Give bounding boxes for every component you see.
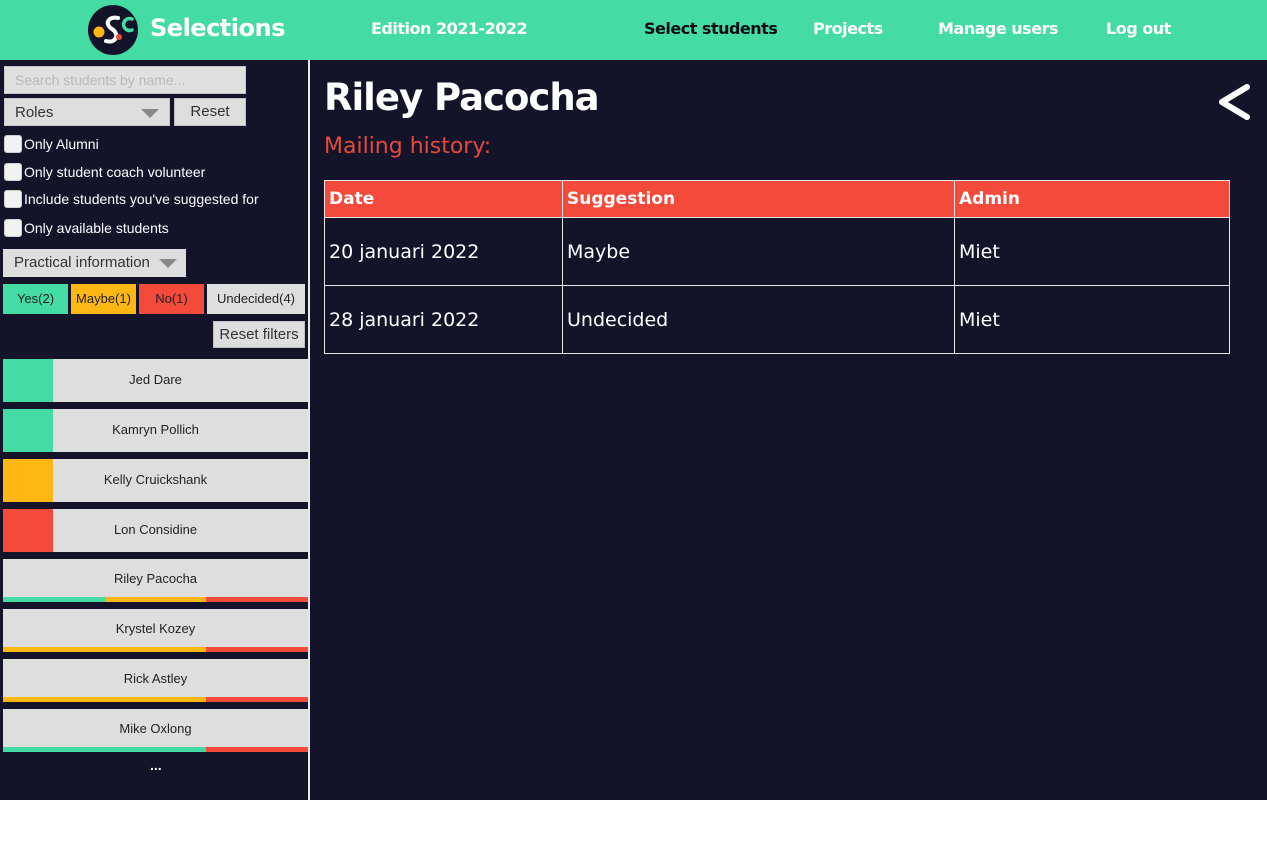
cell-date: 20 januari 2022 [324,217,563,286]
student-card[interactable]: Lon Considine [3,509,308,552]
nav-log-out[interactable]: Log out [1106,19,1171,38]
nav-edition[interactable]: Edition 2021-2022 [371,19,528,38]
table-row: 28 januari 2022 Undecided Miet [324,285,1230,354]
only-available-label: Only available students [24,220,169,236]
nav-select-students[interactable]: Select students [644,19,778,38]
filter-yes-button[interactable]: Yes(2) [3,284,68,314]
brand-title[interactable]: Selections [150,14,285,42]
cell-suggestion: Maybe [562,217,955,286]
include-suggested-row[interactable]: Include students you've suggested for [4,189,259,209]
only-available-row[interactable]: Only available students [4,218,169,238]
student-card[interactable]: Mike Oxlong [3,709,309,752]
only-coach-row[interactable]: Only student coach volunteer [4,162,205,182]
cell-suggestion: Undecided [562,285,955,354]
student-card[interactable]: Kelly Cruickshank [3,459,308,502]
student-card[interactable]: Rick Astley [3,659,309,702]
student-name: Kamryn Pollich [112,422,199,437]
caret-down-icon [141,109,159,118]
only-coach-checkbox[interactable] [4,163,22,181]
only-available-checkbox[interactable] [4,219,22,237]
table-header-row: Date Suggestion Admin [324,180,1230,218]
mailing-history-table: Date Suggestion Admin 20 januari 2022 Ma… [324,180,1230,354]
cell-admin: Miet [954,217,1230,286]
reset-roles-button[interactable]: Reset [174,98,246,126]
suggestion-bars [3,697,309,702]
student-name: Lon Considine [113,522,198,537]
nav-projects[interactable]: Projects [813,19,883,38]
student-sidebar: Roles Reset Only Alumni Only student coa… [0,60,309,800]
student-card[interactable]: Jed Dare [3,359,308,402]
suggestion-bars [3,597,309,602]
student-name: Kelly Cruickshank [103,472,208,487]
suggestion-bars [3,747,309,752]
student-name: Jed Dare [129,372,182,387]
back-arrow-icon[interactable] [1216,82,1252,122]
filter-undecided-button[interactable]: Undecided(4) [207,284,305,314]
cell-date: 28 januari 2022 [324,285,563,354]
student-name: Rick Astley [123,671,188,686]
cell-admin: Miet [954,285,1230,354]
roles-dropdown-label: Roles [15,104,54,121]
student-name-heading: Riley Pacocha [324,76,600,119]
load-more-indicator[interactable]: ... [150,757,162,773]
only-alumni-label: Only Alumni [24,136,99,152]
practical-info-dropdown[interactable]: Practical information [3,249,186,277]
mailing-history-heading: Mailing history: [324,134,492,159]
osoc-logo-icon[interactable] [88,5,138,55]
only-alumni-checkbox[interactable] [4,135,22,153]
student-card[interactable]: Riley Pacocha [3,559,309,602]
top-navbar: Selections Edition 2021-2022 Select stud… [0,0,1267,60]
student-name: Mike Oxlong [119,721,192,736]
practical-info-label: Practical information [14,254,150,271]
student-name: Krystel Kozey [115,621,196,636]
include-suggested-checkbox[interactable] [4,190,22,208]
suggestion-bars [3,647,309,652]
column-header-suggestion: Suggestion [562,180,955,218]
roles-dropdown[interactable]: Roles [4,98,170,126]
filter-no-button[interactable]: No(1) [139,284,204,314]
reset-filters-button[interactable]: Reset filters [213,321,305,348]
student-card[interactable]: Kamryn Pollich [3,409,308,452]
caret-down-icon [159,259,177,268]
search-input[interactable] [4,66,246,94]
only-coach-label: Only student coach volunteer [24,164,206,180]
student-name: Riley Pacocha [113,571,198,586]
student-card[interactable]: Krystel Kozey [3,609,309,652]
column-header-admin: Admin [954,180,1230,218]
nav-manage-users[interactable]: Manage users [938,19,1058,38]
app-window: Selections Edition 2021-2022 Select stud… [0,0,1267,800]
table-row: 20 januari 2022 Maybe Miet [324,217,1230,286]
only-alumni-row[interactable]: Only Alumni [4,134,99,154]
filter-maybe-button[interactable]: Maybe(1) [71,284,136,314]
column-header-date: Date [324,180,563,218]
include-suggested-label: Include students you've suggested for [24,191,259,207]
student-detail-panel: Riley Pacocha Mailing history: Date Sugg… [310,60,1267,800]
